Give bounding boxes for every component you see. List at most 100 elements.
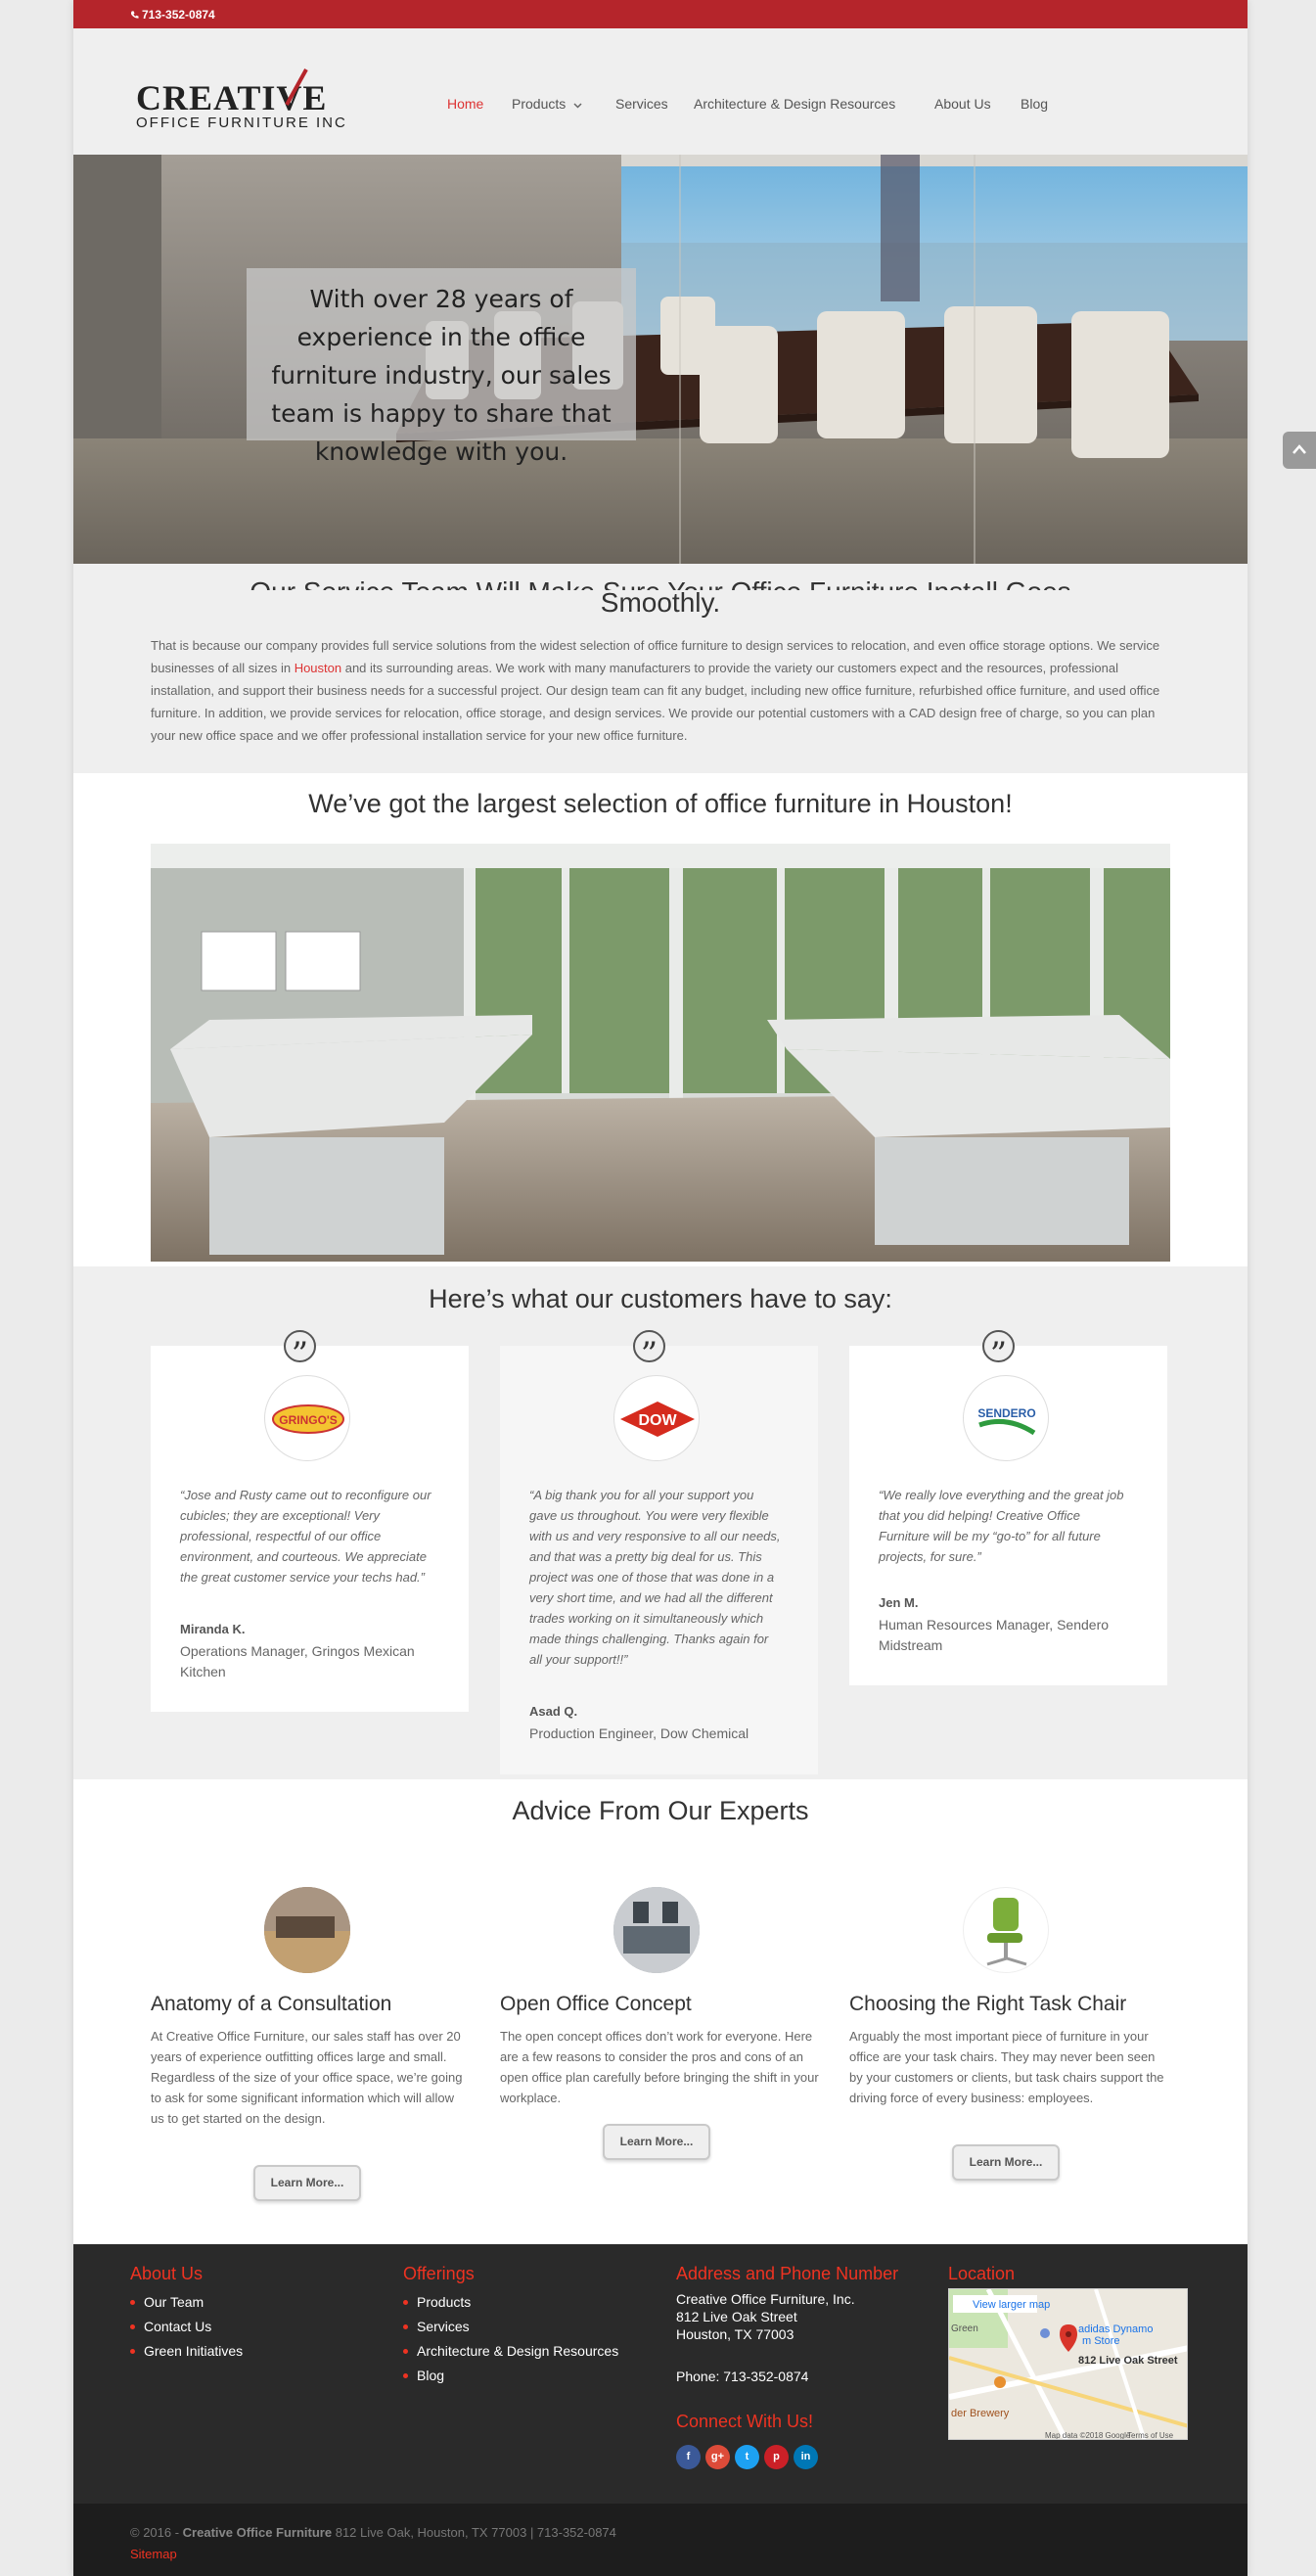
footer-offerings-title: Offerings <box>403 2264 475 2283</box>
intro-heading: Smoothly. <box>600 587 721 618</box>
article-title-3[interactable]: Choosing the Right Task Chair <box>849 1993 1126 2016</box>
testimonial-card-2: ” DOW “A big thank you for all your supp… <box>500 1330 818 1774</box>
nav-products[interactable]: Products <box>512 96 582 112</box>
article-title-1[interactable]: Anatomy of a Consultation <box>151 1993 391 2016</box>
article-title-2[interactable]: Open Office Concept <box>500 1993 692 2016</box>
sitemap-link[interactable]: Sitemap <box>130 2547 177 2561</box>
testimonial-role-1: Operations Manager, Gringos Mexican Kitc… <box>180 1643 415 1679</box>
testimonial-name-3: Jen M. <box>879 1595 919 1610</box>
nav-about-us[interactable]: About Us <box>934 96 991 112</box>
view-larger-map-link: View larger map <box>973 2299 1050 2311</box>
footer-link-architecture[interactable]: Architecture & Design Resources <box>403 2339 618 2364</box>
article-thumb-1[interactable] <box>264 1887 350 1973</box>
hero-text: With over 28 years of experience in the … <box>247 268 636 466</box>
open-office-photo <box>613 1887 700 1973</box>
map-poi-label-2: m Store <box>1082 2335 1120 2347</box>
testimonial-role-3: Human Resources Manager, Sendero Midstre… <box>879 1617 1110 1653</box>
testimonial-quote-3: “We really love everything and the great… <box>879 1488 1124 1564</box>
testimonial-name-1: Miranda K. <box>180 1622 246 1636</box>
dow-logo-mark: DOW <box>620 1402 695 1437</box>
nav-products-label: Products <box>512 96 567 112</box>
copyright-year: © 2016 - <box>130 2525 183 2540</box>
map-credit: Map data ©2018 Google <box>1045 2431 1131 2440</box>
site-header: CREATIVE OFFICE FURNITURE INC <box>73 28 1248 155</box>
facebook-icon[interactable]: f <box>676 2445 701 2469</box>
intro-paragraph: That is because our company provides ful… <box>151 634 1172 747</box>
task-chair-photo <box>986 1898 1027 1966</box>
article-body-2: The open concept offices don’t work for … <box>500 2029 819 2105</box>
article-body-1: At Creative Office Furniture, our sales … <box>151 2029 463 2126</box>
top-phone[interactable]: 713-352-0874 <box>130 8 215 22</box>
chevron-up-icon <box>1293 444 1306 454</box>
gringos-logo-text: GRINGO'S <box>279 1413 338 1427</box>
footer-about-title: About Us <box>130 2264 204 2283</box>
article-body-3: Arguably the most important piece of fur… <box>849 2029 1164 2105</box>
sendero-logo: SENDERO <box>963 1375 1049 1461</box>
twitter-icon[interactable]: t <box>735 2445 759 2469</box>
top-phone-text: 713-352-0874 <box>142 8 215 22</box>
nav-architecture[interactable]: Architecture & Design Resources <box>694 96 895 112</box>
testimonial-quote-2: “A big thank you for all your support yo… <box>529 1488 781 1667</box>
social-links: f g+ t p in <box>676 2445 823 2469</box>
linkedin-icon[interactable]: in <box>794 2445 818 2469</box>
scroll-to-top-button[interactable] <box>1283 432 1316 469</box>
nav-services[interactable]: Services <box>615 96 668 112</box>
footer-link-our-team[interactable]: Our Team <box>130 2290 243 2315</box>
connect-heading: Connect With Us! <box>676 2412 814 2431</box>
phone-icon <box>130 11 139 19</box>
footer-address: Address and Phone Number Creative Office… <box>676 2264 898 2384</box>
testimonial-name-2: Asad Q. <box>529 1704 578 1719</box>
address-line2: 812 Live Oak Street <box>676 2309 797 2324</box>
footer-location: Location <box>948 2264 1015 2290</box>
nav-home[interactable]: Home <box>447 96 483 112</box>
learn-more-button-3[interactable]: Learn More... <box>952 2144 1060 2181</box>
dow-logo: DOW <box>613 1375 700 1461</box>
learn-more-button-2[interactable]: Learn More... <box>603 2124 710 2160</box>
article-thumb-2[interactable] <box>613 1887 700 1973</box>
selection-heading: We’ve got the largest selection of offic… <box>308 789 1013 818</box>
address-line1: Creative Office Furniture, Inc. <box>676 2291 855 2307</box>
map-label-green: Green <box>951 2323 978 2334</box>
nav-blog[interactable]: Blog <box>1021 96 1048 112</box>
chevron-down-icon <box>573 103 582 109</box>
gringos-logo-mark: GRINGO'S <box>272 1404 344 1434</box>
footer-link-products[interactable]: Products <box>403 2290 618 2315</box>
testimonial-card-3: ” SENDERO “We really love everything and… <box>849 1330 1167 1685</box>
footer-link-blog[interactable]: Blog <box>403 2364 618 2388</box>
map-brewery-label: der Brewery <box>951 2408 1010 2419</box>
showroom-photo <box>151 844 1170 1262</box>
learn-more-button-1[interactable]: Learn More... <box>253 2165 361 2201</box>
footer-link-green[interactable]: Green Initiatives <box>130 2339 243 2364</box>
testimonial-role-2: Production Engineer, Dow Chemical <box>529 1725 749 1741</box>
map-pin-label: 812 Live Oak Street <box>1078 2355 1178 2367</box>
copyright: © 2016 - Creative Office Furniture 812 L… <box>130 2525 616 2540</box>
houston-link[interactable]: Houston <box>295 661 341 675</box>
pinterest-icon[interactable]: p <box>764 2445 789 2469</box>
footer-link-contact-us[interactable]: Contact Us <box>130 2315 243 2339</box>
dow-logo-text: DOW <box>638 1412 677 1429</box>
map-tiles: View larger map Green adidas Dynamo m St… <box>949 2289 1187 2440</box>
footer-address-title: Address and Phone Number <box>676 2264 899 2283</box>
map-poi-label: adidas Dynamo <box>1078 2323 1153 2335</box>
hero-banner: With over 28 years of experience in the … <box>73 155 1248 564</box>
quote-icon: ” <box>284 1330 316 1374</box>
logo-line1: CREATIVE <box>136 78 328 117</box>
google-plus-icon[interactable]: g+ <box>705 2445 730 2469</box>
testimonials-heading: Here’s what our customers have to say: <box>429 1284 892 1313</box>
location-map[interactable]: View larger map Green adidas Dynamo m St… <box>948 2288 1188 2440</box>
quote-icon: ” <box>982 1330 1015 1374</box>
testimonial-card-1: ” GRINGO'S “Jose and Rusty came out to r… <box>151 1330 469 1712</box>
testimonial-quote-1: “Jose and Rusty came out to reconfigure … <box>180 1488 431 1585</box>
consultation-photo <box>264 1887 350 1973</box>
footer-phone[interactable]: Phone: 713-352-0874 <box>676 2369 898 2384</box>
advice-heading: Advice From Our Experts <box>512 1796 809 1825</box>
site-logo[interactable]: CREATIVE OFFICE FURNITURE INC <box>136 69 347 131</box>
sendero-logo-mark: SENDERO <box>977 1406 1036 1436</box>
bottom-bar: © 2016 - Creative Office Furniture 812 L… <box>73 2504 1248 2576</box>
copyright-company: Creative Office Furniture <box>182 2525 333 2540</box>
logo-swoosh-icon <box>285 69 308 106</box>
gringos-logo: GRINGO'S <box>264 1375 350 1461</box>
footer-link-services[interactable]: Services <box>403 2315 618 2339</box>
article-thumb-3[interactable] <box>963 1887 1049 1973</box>
map-terms: Terms of Use <box>1127 2431 1174 2440</box>
